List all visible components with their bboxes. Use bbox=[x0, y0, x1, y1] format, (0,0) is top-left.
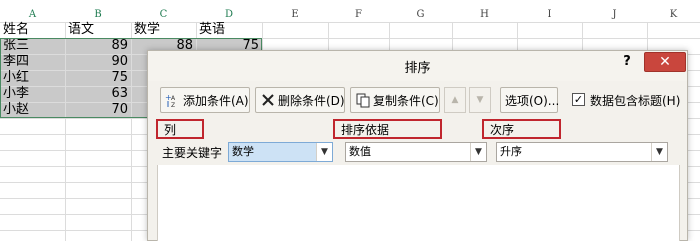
check-icon: ✓ bbox=[573, 93, 584, 106]
add-condition-icon: + A Z bbox=[165, 92, 181, 109]
order-select[interactable]: 升序 ▼ bbox=[496, 142, 668, 162]
delete-icon bbox=[260, 92, 276, 108]
column-select[interactable]: 数学 ▼ bbox=[228, 142, 333, 162]
sort-on-select-value: 数值 bbox=[349, 145, 371, 158]
sort-dialog: 排序 ? ✕ + A Z 添加条件(A) 删除条件(D) 复制条件(C) ▲ ▼… bbox=[147, 50, 688, 241]
column-header-a[interactable]: A bbox=[0, 8, 65, 22]
options-button[interactable]: 选项(O)... bbox=[500, 87, 560, 113]
copy-condition-button[interactable]: 复制条件(C) bbox=[350, 87, 440, 113]
help-button[interactable]: ? bbox=[619, 53, 635, 71]
primary-key-label: 主要关键字 bbox=[162, 146, 223, 160]
chevron-down-icon[interactable]: ▼ bbox=[470, 143, 486, 161]
sort-on-header-label: 排序依据 bbox=[333, 119, 442, 139]
options-label: 选项(O)... bbox=[505, 93, 560, 108]
order-header-label: 次序 bbox=[482, 119, 561, 139]
criteria-list-area[interactable] bbox=[157, 165, 680, 241]
chevron-down-icon[interactable]: ▼ bbox=[651, 143, 667, 161]
move-down-button[interactable]: ▼ bbox=[469, 87, 491, 113]
column-header-h[interactable]: H bbox=[452, 8, 517, 22]
cell-d1[interactable]: 英语 bbox=[199, 22, 225, 38]
column-header-c[interactable]: C bbox=[131, 8, 196, 22]
cell-b1[interactable]: 语文 bbox=[68, 22, 94, 38]
cell-c1[interactable]: 数学 bbox=[134, 22, 160, 38]
gridline bbox=[0, 22, 700, 23]
delete-condition-label: 删除条件(D) bbox=[278, 93, 345, 108]
order-select-value: 升序 bbox=[500, 145, 522, 158]
column-header-j[interactable]: J bbox=[582, 8, 647, 22]
column-headers: A B C D E F G H I J K bbox=[0, 8, 700, 22]
close-button[interactable]: ✕ bbox=[644, 52, 686, 72]
move-up-button[interactable]: ▲ bbox=[444, 87, 466, 113]
add-condition-button[interactable]: + A Z 添加条件(A) bbox=[160, 87, 250, 113]
chevron-down-icon[interactable]: ▼ bbox=[316, 143, 332, 161]
copy-icon bbox=[355, 92, 371, 108]
column-select-value: 数学 bbox=[232, 145, 254, 158]
sort-on-select[interactable]: 数值 ▼ bbox=[345, 142, 487, 162]
column-header-b[interactable]: B bbox=[65, 8, 131, 22]
column-header-g[interactable]: G bbox=[389, 8, 452, 22]
column-header-k[interactable]: K bbox=[647, 8, 700, 22]
delete-condition-button[interactable]: 删除条件(D) bbox=[255, 87, 345, 113]
copy-condition-label: 复制条件(C) bbox=[373, 93, 439, 108]
header-checkbox-label: 数据包含标题(H) bbox=[590, 94, 681, 108]
dialog-titlebar[interactable]: 排序 ? ✕ bbox=[148, 51, 687, 81]
svg-text:A: A bbox=[171, 95, 176, 102]
column-header-f[interactable]: F bbox=[328, 8, 389, 22]
column-header-i[interactable]: I bbox=[517, 8, 582, 22]
dialog-title: 排序 bbox=[404, 61, 431, 76]
column-header-label: 列 bbox=[156, 119, 204, 139]
header-checkbox[interactable]: ✓ bbox=[572, 93, 585, 106]
svg-text:Z: Z bbox=[171, 102, 175, 108]
cell-a1[interactable]: 姓名 bbox=[3, 22, 29, 38]
column-header-e[interactable]: E bbox=[262, 8, 328, 22]
add-condition-label: 添加条件(A) bbox=[183, 93, 249, 108]
column-header-d[interactable]: D bbox=[196, 8, 262, 22]
